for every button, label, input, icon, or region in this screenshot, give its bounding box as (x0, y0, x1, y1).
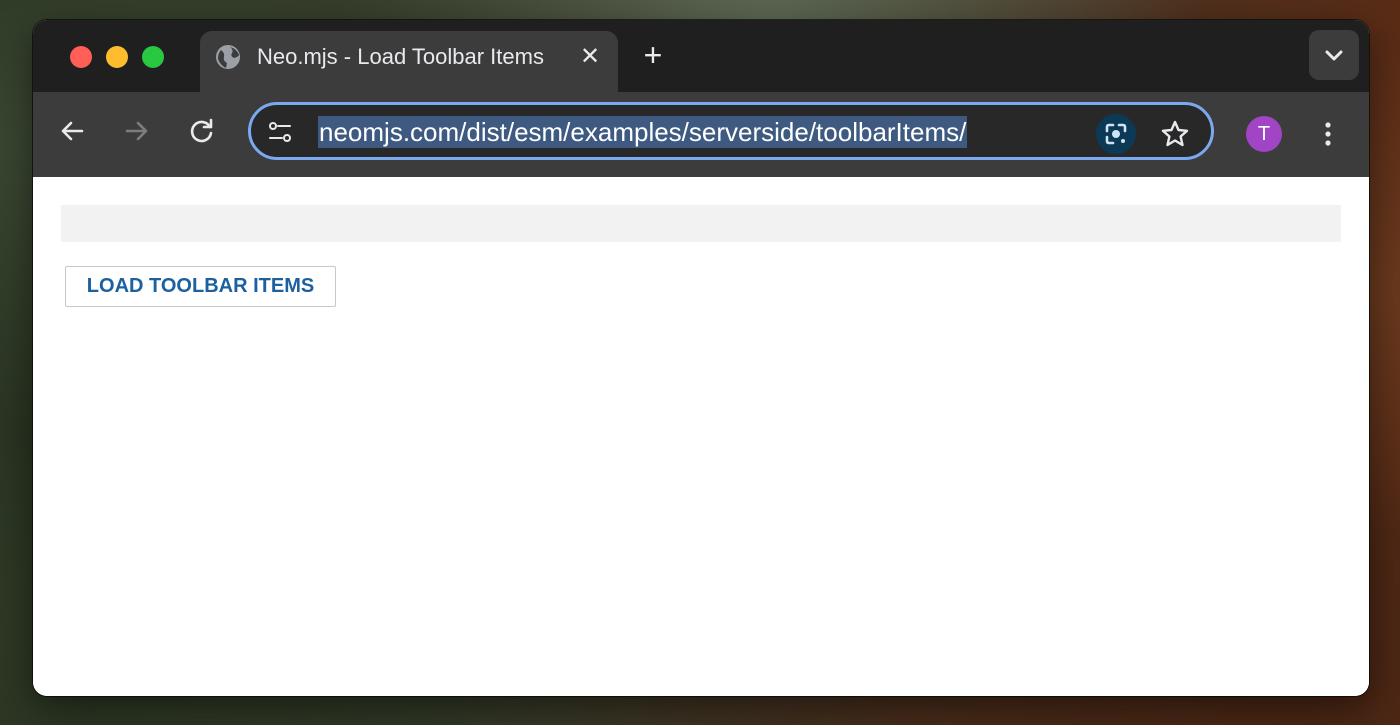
tab-close-icon[interactable]: ✕ (576, 43, 604, 71)
url-text[interactable]: neomjs.com/dist/esm/examples/serverside/… (318, 116, 968, 148)
tab-active[interactable]: Neo.mjs - Load Toolbar Items ✕ (200, 31, 618, 93)
bookmark-star-icon[interactable] (1159, 118, 1191, 150)
window-minimize-button[interactable] (106, 46, 128, 68)
google-lens-button[interactable] (1096, 114, 1136, 154)
profile-avatar[interactable]: T (1246, 116, 1282, 152)
tab-search-button[interactable] (1309, 30, 1359, 80)
reload-icon[interactable] (186, 115, 218, 147)
forward-arrow-icon[interactable] (121, 115, 153, 147)
page-content: LOAD TOOLBAR ITEMS (33, 177, 1369, 696)
window-close-button[interactable] (70, 46, 92, 68)
more-menu-icon[interactable] (1316, 118, 1340, 150)
address-bar[interactable]: neomjs.com/dist/esm/examples/serverside/… (248, 102, 1214, 160)
google-lens-icon (1105, 123, 1127, 145)
back-arrow-icon[interactable] (56, 115, 88, 147)
tab-title: Neo.mjs - Load Toolbar Items (257, 44, 544, 69)
globe-icon (216, 45, 240, 69)
tab-strip: Neo.mjs - Load Toolbar Items ✕ + (33, 20, 1369, 93)
load-toolbar-items-button[interactable]: LOAD TOOLBAR ITEMS (65, 266, 336, 307)
chevron-down-icon (1325, 50, 1343, 61)
site-info-icon[interactable] (268, 120, 292, 144)
window-maximize-button[interactable] (142, 46, 164, 68)
empty-toolbar (61, 205, 1341, 242)
browser-toolbar: neomjs.com/dist/esm/examples/serverside/… (33, 92, 1369, 177)
new-tab-button[interactable]: + (637, 39, 669, 71)
browser-window: Neo.mjs - Load Toolbar Items ✕ + neomjs.… (33, 20, 1369, 696)
